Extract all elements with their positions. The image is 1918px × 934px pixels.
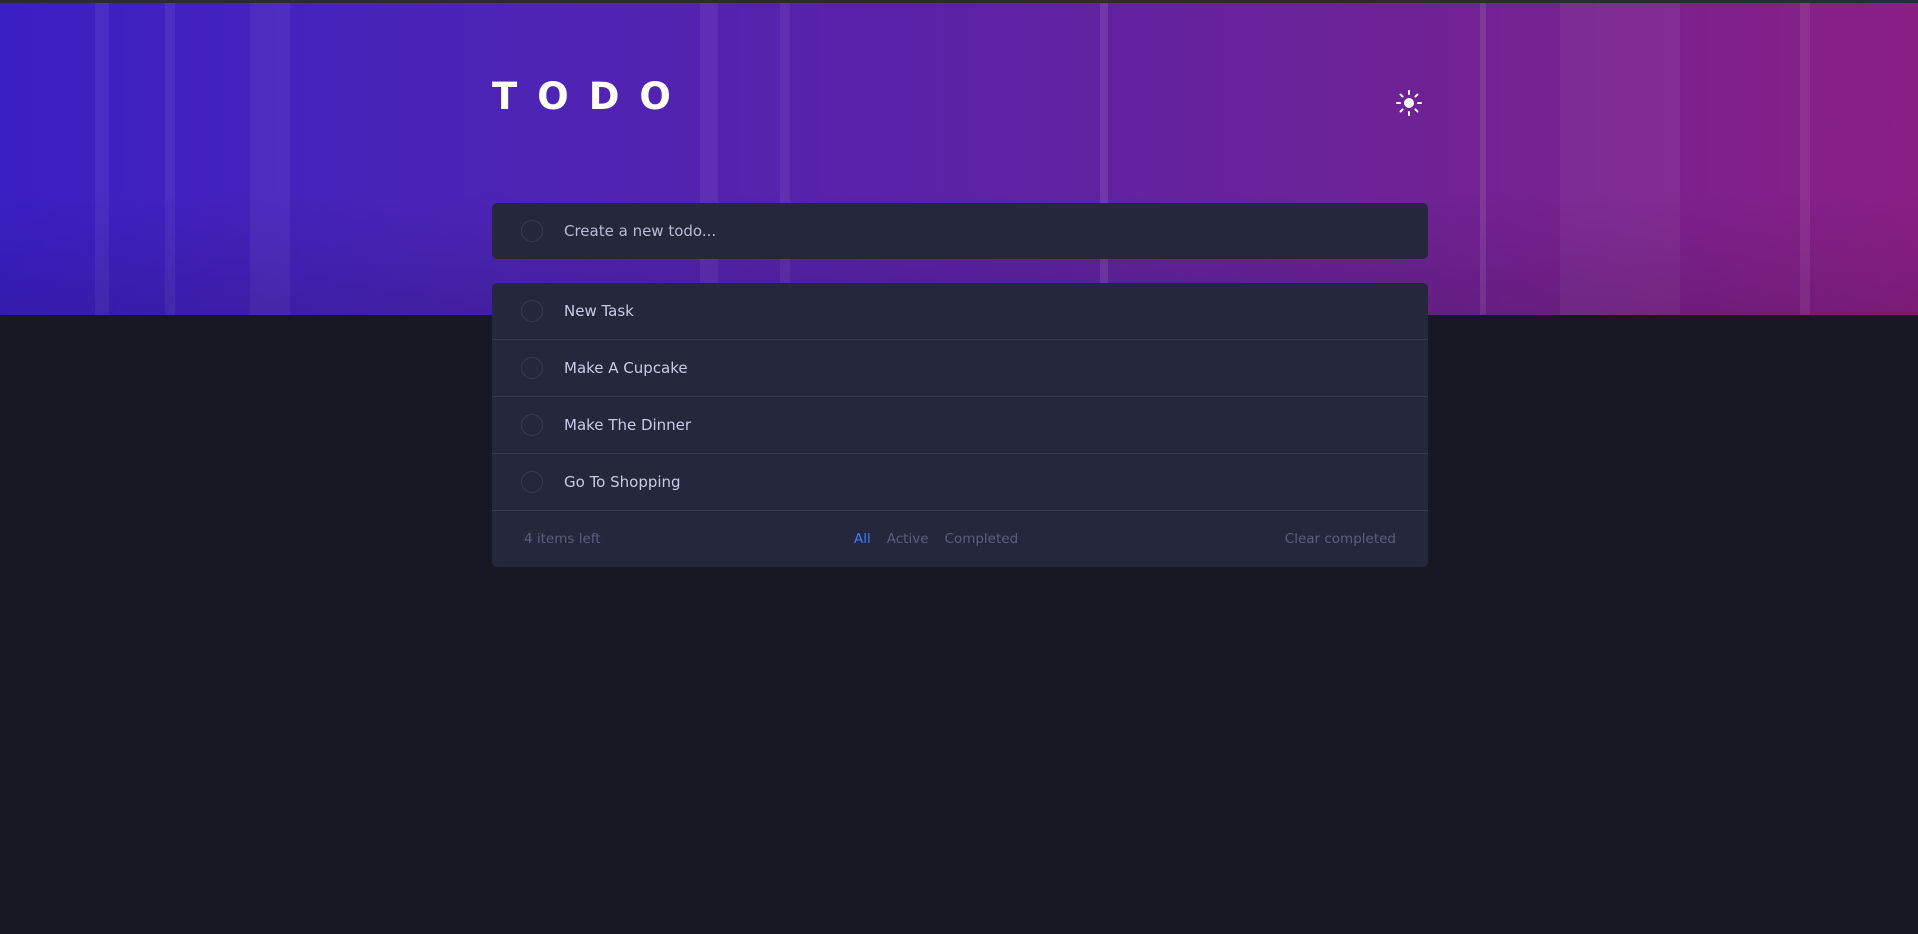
new-todo-input[interactable]	[564, 203, 1404, 259]
todo-text: New Task	[564, 302, 634, 320]
todo-check-circle[interactable]	[521, 471, 543, 493]
filter-completed[interactable]: Completed	[945, 530, 1019, 548]
sun-icon	[1396, 90, 1422, 116]
todo-item[interactable]: New Task	[492, 283, 1428, 340]
todo-check-circle[interactable]	[521, 357, 543, 379]
todo-item[interactable]: Make A Cupcake	[492, 340, 1428, 397]
list-footer: 4 items left All Active Completed Clear …	[492, 511, 1428, 567]
filter-all[interactable]: All	[854, 530, 871, 548]
filter-group: All Active Completed	[854, 530, 1018, 548]
todo-list: New Task Make A Cupcake Make The Dinner …	[492, 283, 1428, 567]
todo-text: Make The Dinner	[564, 416, 692, 434]
todo-text: Make A Cupcake	[564, 359, 688, 377]
todo-item[interactable]: Make The Dinner	[492, 397, 1428, 454]
app-title: TODO	[492, 75, 691, 118]
clear-completed-button[interactable]: Clear completed	[1285, 530, 1396, 548]
todo-item[interactable]: Go To Shopping	[492, 454, 1428, 511]
todo-check-circle[interactable]	[521, 414, 543, 436]
todo-text: Go To Shopping	[564, 473, 681, 491]
theme-toggle-button[interactable]	[1394, 88, 1424, 118]
items-left-count: 4 items left	[524, 531, 601, 547]
filter-active[interactable]: Active	[887, 530, 929, 548]
todo-check-circle[interactable]	[521, 300, 543, 322]
new-todo-bar	[492, 203, 1428, 259]
new-todo-check-circle[interactable]	[521, 220, 543, 242]
header-background	[0, 3, 1918, 315]
